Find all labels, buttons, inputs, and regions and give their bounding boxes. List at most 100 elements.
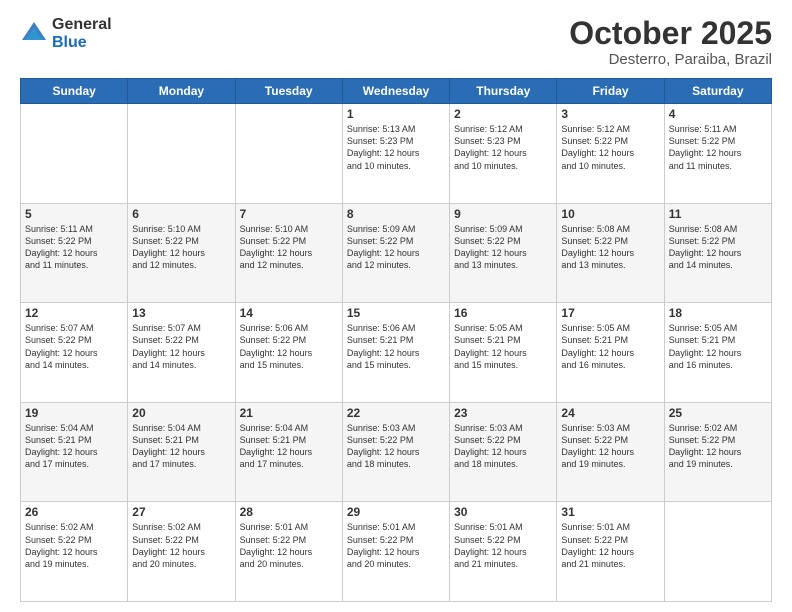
calendar-cell: 25Sunrise: 5:02 AM Sunset: 5:22 PM Dayli… xyxy=(664,402,771,502)
calendar-cell xyxy=(664,502,771,602)
day-number: 8 xyxy=(347,207,445,221)
calendar-cell: 12Sunrise: 5:07 AM Sunset: 5:22 PM Dayli… xyxy=(21,303,128,403)
day-info: Sunrise: 5:08 AM Sunset: 5:22 PM Dayligh… xyxy=(561,223,659,272)
day-info: Sunrise: 5:03 AM Sunset: 5:22 PM Dayligh… xyxy=(347,422,445,471)
day-header-saturday: Saturday xyxy=(664,79,771,104)
month-title: October 2025 xyxy=(569,16,772,51)
calendar-cell: 10 Sunrise: 5:08 AM Sunset: 5:22 PM Dayli… xyxy=(557,203,664,303)
day-info: Sunrise: 5:09 AM Sunset: 5:22 PM Dayligh… xyxy=(347,223,445,272)
title-block: October 2025 Desterro, Paraiba, Brazil xyxy=(569,16,772,68)
day-number: 10 xyxy=(561,207,659,221)
day-info: Sunrise: 5:11 AM Sunset: 5:22 PM Dayligh… xyxy=(669,123,767,172)
day-number: 4 xyxy=(669,107,767,121)
day-header-friday: Friday xyxy=(557,79,664,104)
day-number: 9 xyxy=(454,207,552,221)
day-info: Sunrise: 5:01 AM Sunset: 5:22 PM Dayligh… xyxy=(561,521,659,570)
day-info: Sunrise: 5:04 AM Sunset: 5:21 PM Dayligh… xyxy=(132,422,230,471)
day-info: Sunrise: 5:12 AM Sunset: 5:23 PM Dayligh… xyxy=(454,123,552,172)
day-number: 3 xyxy=(561,107,659,121)
day-number: 11 xyxy=(669,207,767,221)
calendar-table: SundayMondayTuesdayWednesdayThursdayFrid… xyxy=(20,78,772,602)
day-info: Sunrise: 5:03 AM Sunset: 5:22 PM Dayligh… xyxy=(454,422,552,471)
calendar-cell: 17Sunrise: 5:05 AM Sunset: 5:21 PM Dayli… xyxy=(557,303,664,403)
calendar-cell: 11 Sunrise: 5:08 AM Sunset: 5:22 PM Dayli… xyxy=(664,203,771,303)
calendar-cell: 28Sunrise: 5:01 AM Sunset: 5:22 PM Dayli… xyxy=(235,502,342,602)
calendar-cell: 27 Sunrise: 5:02 AM Sunset: 5:22 PM Dayli… xyxy=(128,502,235,602)
calendar-cell: 23 Sunrise: 5:03 AM Sunset: 5:22 PM Dayli… xyxy=(450,402,557,502)
calendar-cell: 30 Sunrise: 5:01 AM Sunset: 5:22 PM Dayli… xyxy=(450,502,557,602)
header: General Blue October 2025 Desterro, Para… xyxy=(20,16,772,68)
day-number: 29 xyxy=(347,505,445,519)
calendar-cell: 19Sunrise: 5:04 AM Sunset: 5:21 PM Dayli… xyxy=(21,402,128,502)
calendar-cell: 20 Sunrise: 5:04 AM Sunset: 5:21 PM Dayli… xyxy=(128,402,235,502)
day-number: 15 xyxy=(347,306,445,320)
day-info: Sunrise: 5:02 AM Sunset: 5:22 PM Dayligh… xyxy=(669,422,767,471)
calendar-week-2: 5Sunrise: 5:11 AM Sunset: 5:22 PM Daylig… xyxy=(21,203,772,303)
day-info: Sunrise: 5:07 AM Sunset: 5:22 PM Dayligh… xyxy=(132,322,230,371)
day-number: 24 xyxy=(561,406,659,420)
calendar-cell: 16 Sunrise: 5:05 AM Sunset: 5:21 PM Dayli… xyxy=(450,303,557,403)
calendar-cell: 29Sunrise: 5:01 AM Sunset: 5:22 PM Dayli… xyxy=(342,502,449,602)
day-header-thursday: Thursday xyxy=(450,79,557,104)
calendar-cell: 24 Sunrise: 5:03 AM Sunset: 5:22 PM Dayli… xyxy=(557,402,664,502)
calendar-cell: 3Sunrise: 5:12 AM Sunset: 5:22 PM Daylig… xyxy=(557,104,664,204)
day-info: Sunrise: 5:06 AM Sunset: 5:21 PM Dayligh… xyxy=(347,322,445,371)
day-number: 6 xyxy=(132,207,230,221)
day-number: 13 xyxy=(132,306,230,320)
day-number: 12 xyxy=(25,306,123,320)
calendar-cell: 31Sunrise: 5:01 AM Sunset: 5:22 PM Dayli… xyxy=(557,502,664,602)
calendar-header-row: SundayMondayTuesdayWednesdayThursdayFrid… xyxy=(21,79,772,104)
calendar-week-5: 26Sunrise: 5:02 AM Sunset: 5:22 PM Dayli… xyxy=(21,502,772,602)
calendar-cell: 8 Sunrise: 5:09 AM Sunset: 5:22 PM Daylig… xyxy=(342,203,449,303)
calendar-cell: 6 Sunrise: 5:10 AM Sunset: 5:22 PM Daylig… xyxy=(128,203,235,303)
day-info: Sunrise: 5:01 AM Sunset: 5:22 PM Dayligh… xyxy=(454,521,552,570)
day-number: 21 xyxy=(240,406,338,420)
day-number: 20 xyxy=(132,406,230,420)
page: General Blue October 2025 Desterro, Para… xyxy=(0,0,792,612)
day-number: 7 xyxy=(240,207,338,221)
day-info: Sunrise: 5:08 AM Sunset: 5:22 PM Dayligh… xyxy=(669,223,767,272)
day-number: 27 xyxy=(132,505,230,519)
day-number: 30 xyxy=(454,505,552,519)
calendar-week-1: 1 Sunrise: 5:13 AM Sunset: 5:23 PM Daylig… xyxy=(21,104,772,204)
calendar-cell: 1 Sunrise: 5:13 AM Sunset: 5:23 PM Daylig… xyxy=(342,104,449,204)
day-number: 1 xyxy=(347,107,445,121)
calendar-cell: 14Sunrise: 5:06 AM Sunset: 5:22 PM Dayli… xyxy=(235,303,342,403)
day-header-sunday: Sunday xyxy=(21,79,128,104)
day-info: Sunrise: 5:06 AM Sunset: 5:22 PM Dayligh… xyxy=(240,322,338,371)
calendar-cell xyxy=(21,104,128,204)
day-number: 17 xyxy=(561,306,659,320)
calendar-week-4: 19Sunrise: 5:04 AM Sunset: 5:21 PM Dayli… xyxy=(21,402,772,502)
calendar-cell: 15 Sunrise: 5:06 AM Sunset: 5:21 PM Dayli… xyxy=(342,303,449,403)
logo-text: General Blue xyxy=(52,16,112,51)
day-info: Sunrise: 5:09 AM Sunset: 5:22 PM Dayligh… xyxy=(454,223,552,272)
calendar-cell xyxy=(235,104,342,204)
day-header-monday: Monday xyxy=(128,79,235,104)
day-number: 5 xyxy=(25,207,123,221)
calendar-cell: 26Sunrise: 5:02 AM Sunset: 5:22 PM Dayli… xyxy=(21,502,128,602)
day-info: Sunrise: 5:05 AM Sunset: 5:21 PM Dayligh… xyxy=(669,322,767,371)
calendar-cell: 18 Sunrise: 5:05 AM Sunset: 5:21 PM Dayli… xyxy=(664,303,771,403)
day-number: 16 xyxy=(454,306,552,320)
calendar-cell: 21Sunrise: 5:04 AM Sunset: 5:21 PM Dayli… xyxy=(235,402,342,502)
day-info: Sunrise: 5:13 AM Sunset: 5:23 PM Dayligh… xyxy=(347,123,445,172)
calendar-cell: 13 Sunrise: 5:07 AM Sunset: 5:22 PM Dayli… xyxy=(128,303,235,403)
day-number: 18 xyxy=(669,306,767,320)
day-info: Sunrise: 5:05 AM Sunset: 5:21 PM Dayligh… xyxy=(454,322,552,371)
day-number: 23 xyxy=(454,406,552,420)
calendar-cell: 2Sunrise: 5:12 AM Sunset: 5:23 PM Daylig… xyxy=(450,104,557,204)
day-info: Sunrise: 5:10 AM Sunset: 5:22 PM Dayligh… xyxy=(240,223,338,272)
day-info: Sunrise: 5:02 AM Sunset: 5:22 PM Dayligh… xyxy=(25,521,123,570)
logo-blue-text: Blue xyxy=(52,34,112,52)
day-info: Sunrise: 5:02 AM Sunset: 5:22 PM Dayligh… xyxy=(132,521,230,570)
day-info: Sunrise: 5:01 AM Sunset: 5:22 PM Dayligh… xyxy=(240,521,338,570)
logo: General Blue xyxy=(20,16,112,51)
day-info: Sunrise: 5:03 AM Sunset: 5:22 PM Dayligh… xyxy=(561,422,659,471)
day-number: 22 xyxy=(347,406,445,420)
logo-general-text: General xyxy=(52,16,112,34)
day-info: Sunrise: 5:10 AM Sunset: 5:22 PM Dayligh… xyxy=(132,223,230,272)
calendar-cell xyxy=(128,104,235,204)
calendar-week-3: 12 Sunrise: 5:07 AM Sunset: 5:22 PM Dayli… xyxy=(21,303,772,403)
calendar-cell: 9 Sunrise: 5:09 AM Sunset: 5:22 PM Daylig… xyxy=(450,203,557,303)
location-subtitle: Desterro, Paraiba, Brazil xyxy=(569,51,772,68)
